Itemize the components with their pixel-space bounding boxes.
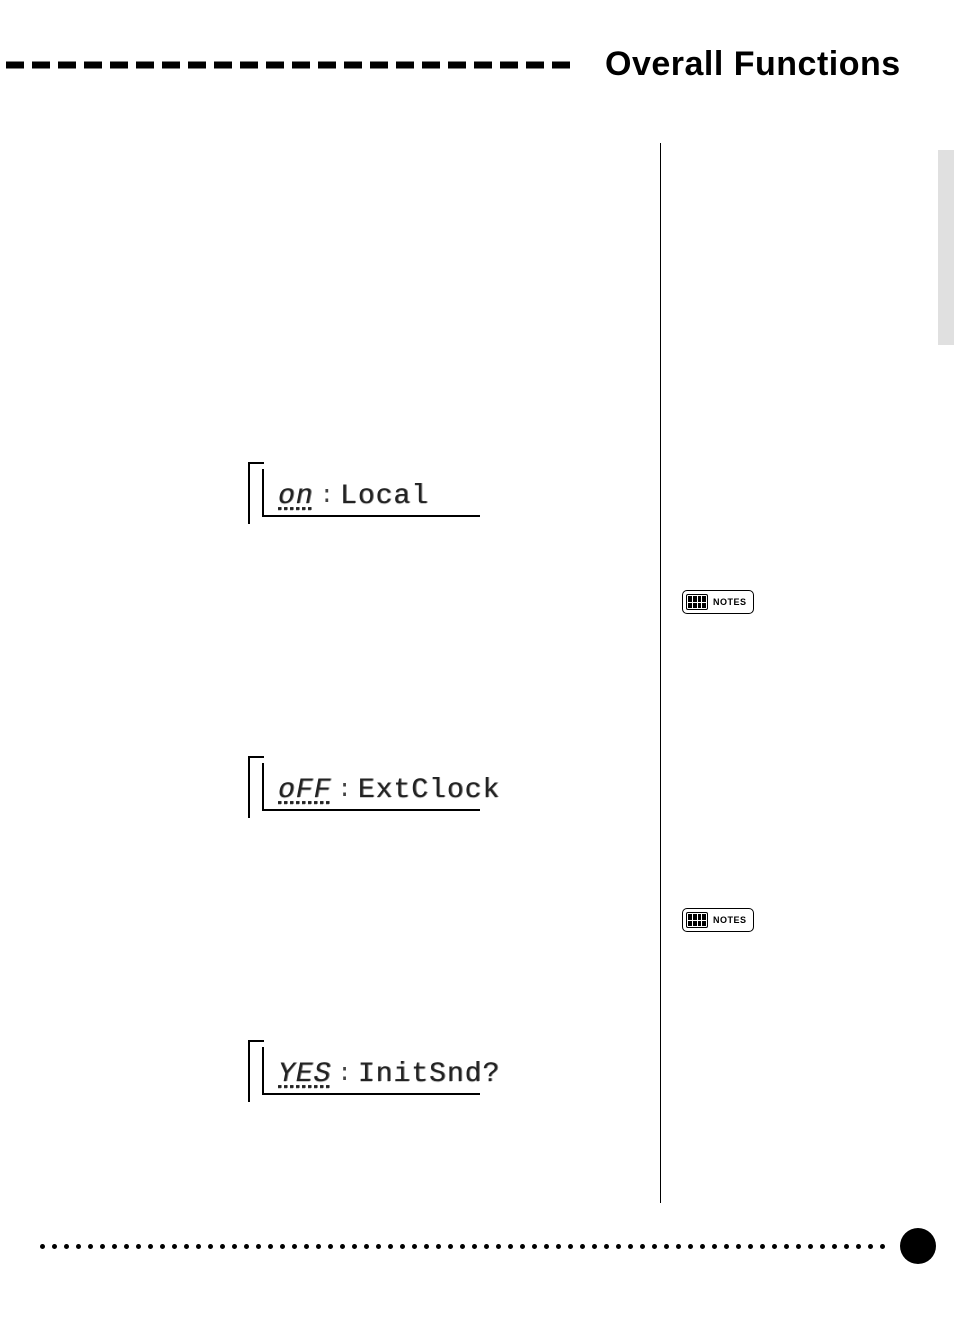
lcd-colon: : [337, 1061, 351, 1088]
top-rule-dashes [0, 55, 595, 75]
lcd-local: on : Local [248, 462, 480, 524]
keyboard-icon [686, 912, 708, 928]
notes-label: NOTES [713, 915, 747, 925]
lcd-initsnd-value: YES [278, 1059, 331, 1090]
vertical-separator [660, 143, 661, 1203]
lcd-initsnd: YES : InitSnd? [248, 1040, 480, 1102]
lcd-extclock: oFF : ExtClock [248, 756, 480, 818]
page-title: Overall Functions [605, 45, 901, 84]
notes-chip-2: NOTES [682, 908, 754, 932]
lcd-colon: : [337, 777, 351, 804]
notes-label: NOTES [713, 597, 747, 607]
bottom-rule-dots [40, 1244, 880, 1250]
lcd-colon: : [320, 483, 334, 510]
lcd-extclock-label: ExtClock [358, 775, 500, 806]
page: Overall Functions on : Local oFF : ExtCl… [0, 0, 954, 1318]
lcd-extclock-value: oFF [278, 775, 331, 806]
lcd-local-value: on [278, 481, 314, 512]
keyboard-icon [686, 594, 708, 610]
page-number-badge [900, 1228, 936, 1264]
lcd-local-label: Local [340, 481, 429, 512]
lcd-initsnd-label: InitSnd? [358, 1059, 500, 1090]
side-tab [938, 150, 954, 345]
notes-chip-1: NOTES [682, 590, 754, 614]
